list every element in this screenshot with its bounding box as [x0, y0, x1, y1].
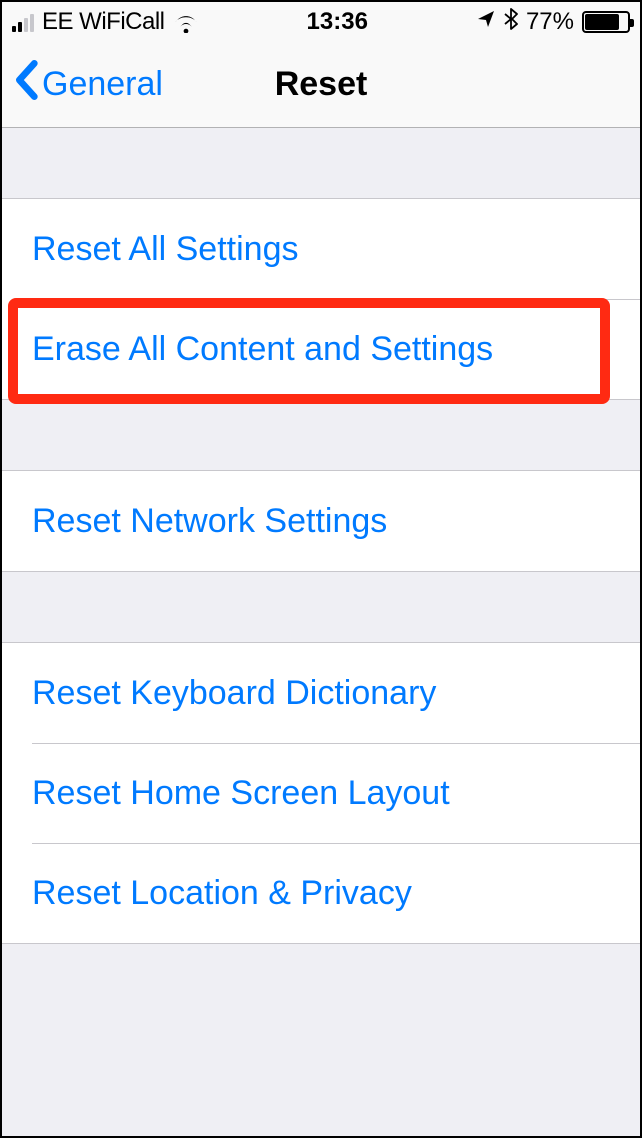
clock-time: 13:36	[307, 8, 368, 36]
status-bar: EE WiFiCall 13:36 77%	[2, 2, 640, 42]
cell-label: Reset Network Settings	[32, 502, 387, 541]
settings-group: Reset Keyboard Dictionary Reset Home Scr…	[2, 642, 640, 944]
battery-percent: 77%	[526, 8, 574, 36]
bluetooth-icon	[504, 8, 518, 37]
reset-network-settings-row[interactable]: Reset Network Settings	[2, 471, 640, 571]
cell-label: Reset All Settings	[32, 230, 298, 269]
page-title: Reset	[275, 65, 368, 104]
cell-label: Reset Keyboard Dictionary	[32, 674, 436, 713]
reset-home-screen-layout-row[interactable]: Reset Home Screen Layout	[32, 743, 640, 843]
battery-icon	[582, 11, 630, 33]
carrier-label: EE WiFiCall	[42, 8, 165, 36]
section-spacer	[2, 128, 640, 198]
cellular-signal-icon	[12, 12, 34, 32]
cell-label: Reset Home Screen Layout	[32, 774, 450, 813]
wifi-icon	[173, 12, 199, 32]
reset-keyboard-dictionary-row[interactable]: Reset Keyboard Dictionary	[2, 643, 640, 743]
back-button[interactable]: General	[2, 60, 163, 109]
cell-label: Erase All Content and Settings	[32, 330, 493, 369]
settings-group: Reset All Settings Erase All Content and…	[2, 198, 640, 400]
reset-all-settings-row[interactable]: Reset All Settings	[2, 199, 640, 299]
reset-location-privacy-row[interactable]: Reset Location & Privacy	[32, 843, 640, 943]
chevron-left-icon	[14, 60, 38, 109]
nav-bar: General Reset	[2, 42, 640, 128]
settings-group: Reset Network Settings	[2, 470, 640, 572]
section-spacer	[2, 572, 640, 642]
cell-label: Reset Location & Privacy	[32, 874, 412, 913]
section-spacer	[2, 400, 640, 470]
back-label: General	[42, 65, 163, 104]
location-icon	[476, 8, 496, 36]
erase-all-content-row[interactable]: Erase All Content and Settings	[32, 299, 640, 399]
